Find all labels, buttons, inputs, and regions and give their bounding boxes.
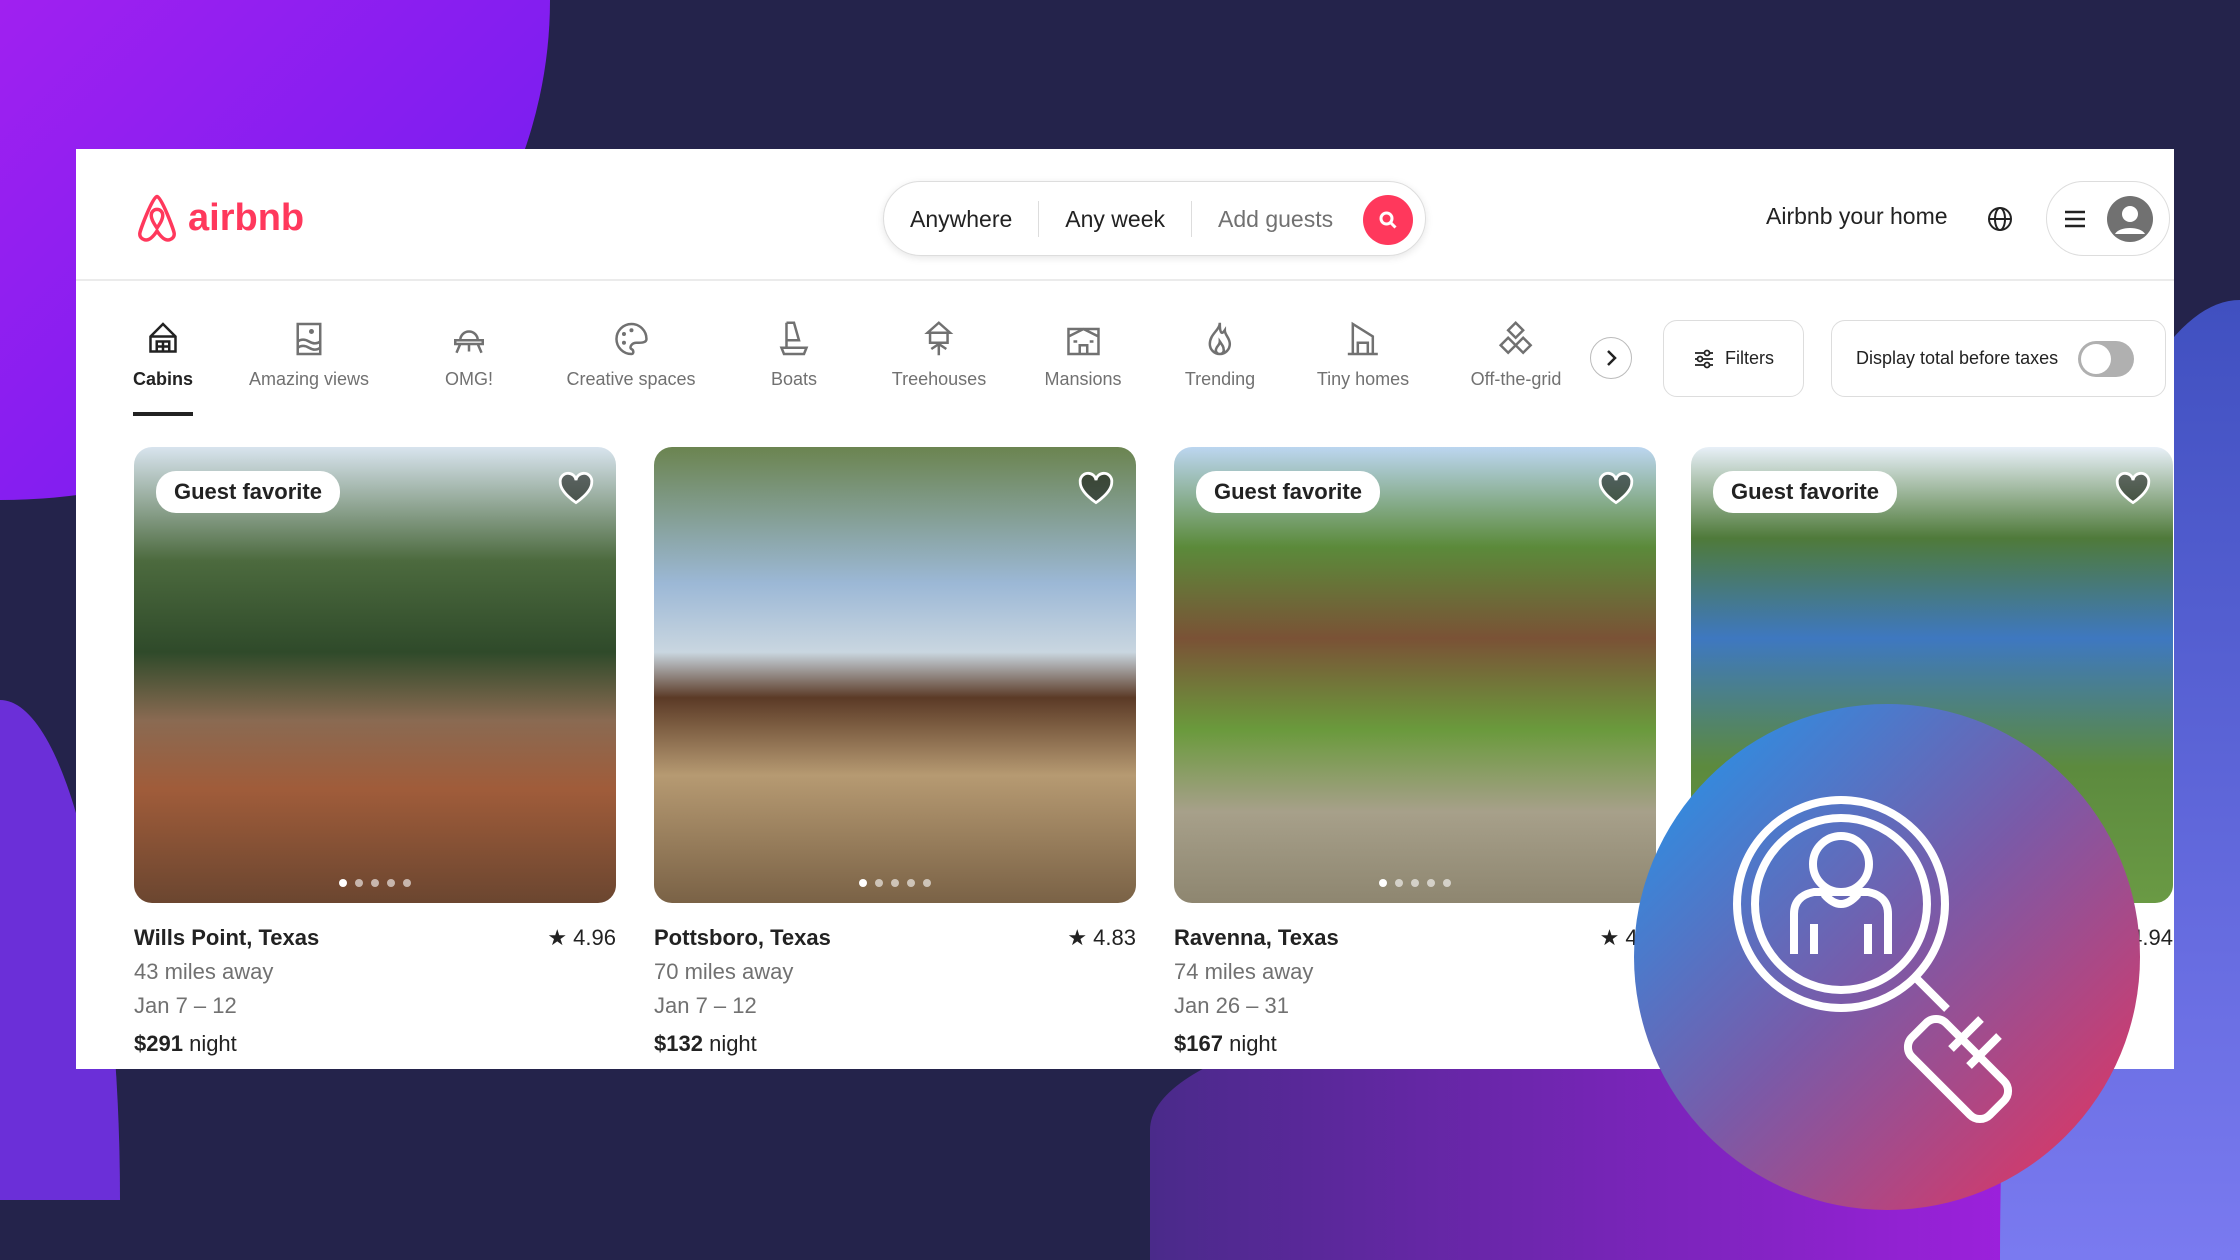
- price-amount: $132: [654, 1031, 703, 1056]
- guest-favorite-badge: Guest favorite: [156, 471, 340, 513]
- search-icon: [1379, 211, 1397, 229]
- taxes-label: Display total before taxes: [1856, 348, 2059, 368]
- airbnb-logo-icon: [138, 194, 176, 242]
- treehouse-icon: [924, 321, 954, 356]
- category-omg[interactable]: OMG!: [445, 319, 493, 390]
- price-unit: night: [1229, 1031, 1277, 1056]
- photo-pagination[interactable]: [1379, 879, 1451, 887]
- globe-icon[interactable]: [1986, 205, 2014, 233]
- category-label: Boats: [770, 369, 818, 389]
- user-menu-button[interactable]: [2046, 181, 2170, 256]
- categories-next-button[interactable]: [1590, 337, 1632, 379]
- category-tiny-homes[interactable]: Tiny homes: [1317, 319, 1409, 390]
- listing-rating: ★ 4.83: [1067, 925, 1136, 951]
- category-label: Mansions: [1044, 369, 1122, 389]
- photo-pagination[interactable]: [859, 879, 931, 887]
- rating-value: 4.83: [1093, 925, 1136, 950]
- listing-card[interactable]: Guest favorite Wills Point, Texas ★ 4.96 43…: [134, 447, 616, 1057]
- guest-favorite-badge: Guest favorite: [1196, 471, 1380, 513]
- category-creative-spaces[interactable]: Creative spaces: [566, 319, 696, 390]
- category-label: Amazing views: [248, 369, 370, 389]
- hamburger-icon: [2064, 210, 2085, 227]
- listing-location: Wills Point, Texas: [134, 925, 320, 950]
- flame-icon: [1208, 322, 1232, 356]
- ufo-icon: [454, 330, 484, 354]
- category-label: Tiny homes: [1316, 369, 1410, 389]
- listing-photo[interactable]: Guest favorite: [134, 447, 616, 903]
- listing-distance: 43 miles away: [134, 959, 274, 984]
- listing-card[interactable]: Guest favoriteRavenna, Texas★ 4.974 mile…: [1174, 447, 1656, 1057]
- brand-name: airbnb: [188, 196, 305, 239]
- airbnb-logo[interactable]: airbnb: [134, 193, 304, 243]
- heart-icon[interactable]: [2115, 471, 2151, 505]
- price-amount: $291: [134, 1031, 183, 1056]
- price-unit: night: [189, 1031, 237, 1056]
- guest-favorite-badge: Guest favorite: [1713, 471, 1897, 513]
- off-grid-icon: [1499, 320, 1533, 355]
- category-boats[interactable]: Boats: [771, 319, 817, 390]
- listing-dates: Jan 7 – 12: [134, 993, 237, 1018]
- boat-icon: [779, 321, 809, 356]
- star-icon: ★: [547, 925, 574, 950]
- view-icon: [296, 322, 322, 356]
- category-treehouses[interactable]: Treehouses: [892, 319, 986, 390]
- location-button[interactable]: Anywhere: [884, 200, 1040, 237]
- listing-distance: 70 miles away: [654, 959, 794, 984]
- host-link[interactable]: Airbnb your home: [1766, 203, 1948, 230]
- photo-pagination[interactable]: [339, 879, 411, 887]
- category-label: Creative spaces: [566, 369, 696, 389]
- heart-icon[interactable]: [1078, 471, 1114, 505]
- listing-location: Pottsboro, Texas: [654, 925, 831, 950]
- listing-location: Ravenna, Texas: [1174, 925, 1339, 950]
- filters-label: Filters: [1725, 348, 1774, 368]
- tiny-home-icon: [1348, 321, 1378, 356]
- listing-dates: Jan 26 – 31: [1174, 993, 1289, 1018]
- star-icon: ★: [1067, 925, 1094, 950]
- listing-photo[interactable]: Guest favorite: [1174, 447, 1656, 903]
- taxes-toggle-container: Display total before taxes: [1831, 320, 2166, 397]
- guests-button[interactable]: Add guests: [1192, 201, 1359, 237]
- listing-card[interactable]: Pottsboro, Texas ★ 4.83 70 miles away Jan 7…: [654, 447, 1136, 1057]
- header: airbnb Anywhere Any week Add guests Airb…: [76, 149, 2174, 281]
- filters-button[interactable]: Filters: [1663, 320, 1804, 397]
- listing-rating: ★ 4.96: [547, 925, 616, 951]
- sliders-icon: [1695, 349, 1713, 368]
- category-label: Cabins: [132, 369, 194, 389]
- listing-price: $167 night: [1174, 1031, 1656, 1057]
- search-button[interactable]: [1363, 195, 1413, 245]
- taxes-toggle[interactable]: [2078, 340, 2135, 377]
- category-label: Treehouses: [891, 369, 987, 389]
- heart-icon[interactable]: [1598, 471, 1634, 505]
- cabin-icon: [149, 322, 177, 353]
- avatar-icon: [2106, 195, 2153, 242]
- category-label: OMG!: [445, 369, 493, 389]
- listing-dates: Jan 7 – 12: [654, 993, 757, 1018]
- chevron-right-icon: [1607, 350, 1617, 366]
- category-label: Off-the-grid: [1470, 369, 1562, 389]
- price-unit: night: [709, 1031, 757, 1056]
- price-amount: $167: [1174, 1031, 1223, 1056]
- listing-price: $132 night: [654, 1031, 1136, 1057]
- star-icon: ★: [1599, 925, 1626, 950]
- category-mansions[interactable]: Mansions: [1044, 319, 1122, 390]
- listing-distance: 74 miles away: [1174, 959, 1314, 984]
- category-off-the-grid[interactable]: Off-the-grid: [1470, 319, 1562, 390]
- rating-value: 4.96: [573, 925, 616, 950]
- category-label: Trending: [1184, 369, 1256, 389]
- category-cabins[interactable]: Cabins: [133, 319, 193, 416]
- listing-price: $291 night: [134, 1031, 616, 1057]
- heart-icon[interactable]: [558, 471, 594, 505]
- listing-photo[interactable]: [654, 447, 1136, 903]
- dates-button[interactable]: Any week: [1039, 200, 1192, 237]
- category-amazing-views[interactable]: Amazing views: [249, 319, 369, 390]
- user-search-icon: [1733, 796, 2013, 1124]
- mansion-icon: [1066, 327, 1100, 356]
- search-bar[interactable]: Anywhere Any week Add guests: [883, 181, 1426, 256]
- user-search-badge: [1634, 704, 2140, 1210]
- category-trending[interactable]: Trending: [1185, 319, 1255, 390]
- palette-icon: [614, 322, 648, 356]
